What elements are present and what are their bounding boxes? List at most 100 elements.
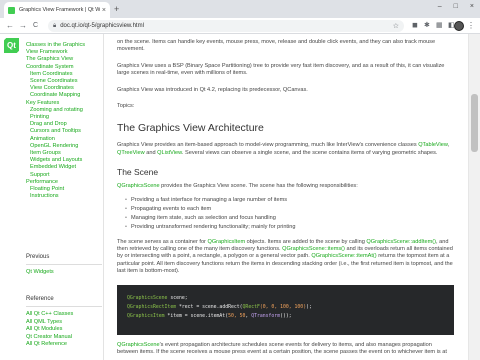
scene-paragraph: QGraphicsScene provides the Graphics Vie…	[117, 183, 454, 190]
extension-icon[interactable]: ◼	[412, 21, 418, 31]
browser-tab[interactable]: Graphics View Framework | Qt Wi... ×	[4, 2, 110, 18]
toc-item[interactable]: View Framework	[26, 49, 102, 56]
code-token: );	[306, 304, 312, 310]
code-token: QGraphicsItem	[127, 313, 165, 319]
divider	[26, 306, 102, 307]
toc-item[interactable]: OpenGL Rendering	[26, 143, 102, 150]
minimize-icon[interactable]: –	[438, 3, 442, 10]
profile-avatar[interactable]	[454, 21, 464, 31]
qgraphicsitem-link[interactable]: QGraphicsItem	[207, 239, 245, 245]
qlistview-link[interactable]: QListView	[157, 150, 182, 156]
address-toolbar: ← → C 🔒︎ doc.qt.io/qt-5/graphicsview.htm…	[0, 18, 480, 34]
qtreeview-link[interactable]: QTreeView	[117, 150, 145, 156]
toc-item[interactable]: Widgets and Layouts	[26, 157, 102, 164]
tab-bar: Graphics View Framework | Qt Wi... × + –…	[0, 0, 480, 18]
url-bar[interactable]: 🔒︎ doc.qt.io/qt-5/graphicsview.html ☆	[48, 20, 404, 32]
code-token: scene;	[167, 295, 188, 301]
reference-link[interactable]: All Qt Reference	[26, 341, 102, 349]
event-paragraph: QGraphicsScene's event propagation archi…	[117, 342, 454, 357]
toc-item[interactable]: Scene Coordinates	[26, 78, 102, 85]
text-run: Graphics View provides an item-based app…	[117, 142, 419, 149]
previous-section: Previous Qt Widgets	[26, 254, 102, 277]
page-scrollbar[interactable]	[468, 34, 480, 360]
forward-icon[interactable]: →	[19, 20, 27, 32]
toc-item[interactable]: The Graphics View	[26, 56, 102, 63]
code-token: (0, 0, 100, 100)	[259, 304, 307, 310]
toc-item[interactable]: Performance	[26, 179, 102, 186]
toc-item[interactable]: Instructions	[26, 193, 102, 200]
doc-sidebar: Qt Classes in the Graphics View Framework…	[0, 34, 104, 360]
list-item: Managing item state, such as selection a…	[125, 214, 454, 223]
toc-item[interactable]: Cursors and Tooltips	[26, 128, 102, 135]
bookmark-star-icon[interactable]: ☆	[393, 22, 399, 30]
itemat-link[interactable]: QGraphicsScene::itemAt()	[311, 253, 376, 259]
qt-favicon-icon	[8, 6, 15, 14]
toc-item[interactable]: Classes in the Graphics	[26, 42, 102, 49]
scrollbar-thumb[interactable]	[471, 94, 478, 152]
back-icon[interactable]: ←	[6, 20, 14, 32]
text-run: . Several views can observe a single sce…	[181, 149, 438, 156]
text-run: ,	[447, 142, 450, 149]
toc-item[interactable]: Item Coordinates	[26, 71, 102, 78]
code-token: ());	[280, 313, 292, 319]
url-text: doc.qt.io/qt-5/graphicsview.html	[60, 23, 144, 29]
tab-close-icon[interactable]: ×	[102, 7, 106, 14]
close-window-icon[interactable]: ×	[470, 3, 474, 10]
code-line: QGraphicsRectItem *rect = scene.addRect(…	[127, 303, 444, 312]
previous-link[interactable]: Qt Widgets	[26, 269, 102, 277]
lock-icon: 🔒︎	[53, 22, 57, 29]
code-token: QRectF	[242, 304, 260, 310]
code-token: QGraphicsScene	[127, 295, 168, 301]
toc-item[interactable]: Support	[26, 172, 102, 179]
tab-title: Graphics View Framework | Qt Wi...	[19, 7, 100, 13]
extension-grid-icon[interactable]: ▦	[436, 21, 443, 31]
list-item: Providing a fast interface for managing …	[125, 196, 454, 205]
code-token: QTransform	[251, 313, 281, 319]
browser-window: Graphics View Framework | Qt Wi... × + –…	[0, 0, 480, 360]
toc-item[interactable]: Key Features	[26, 100, 102, 107]
code-token: *item = scene.itemAt(	[164, 313, 229, 319]
new-tab-button[interactable]: +	[114, 4, 119, 14]
bsp-paragraph: Graphics View uses a BSP (Binary Space P…	[117, 62, 445, 77]
browser-menu-icon[interactable]: ⋮	[467, 21, 475, 31]
text-run: provides the Graphics View scene. The sc…	[159, 183, 358, 190]
code-block: QGraphicsScene scene; QGraphicsRectItem *…	[117, 284, 454, 335]
additem-link[interactable]: QGraphicsScene::addItem()	[366, 239, 436, 245]
qgraphicsscene-link[interactable]: QGraphicsScene	[117, 342, 160, 348]
text-run: The scene serves as a container for	[117, 238, 208, 245]
code-token: QGraphicsRectItem	[127, 304, 177, 310]
code-line: QGraphicsItem *item = scene.itemAt(50, 5…	[127, 312, 444, 321]
toc-item[interactable]: Floating Point	[26, 186, 102, 193]
history-paragraph: Graphics View was introduced in Qt 4.2, …	[117, 86, 308, 93]
maximize-icon[interactable]: □	[454, 3, 458, 10]
toc-item[interactable]: Animation	[26, 136, 102, 143]
qtableview-link[interactable]: QTableView	[418, 142, 447, 148]
list-item: Providing untransformed rendering functi…	[125, 223, 454, 232]
qgraphicsscene-link[interactable]: QGraphicsScene	[117, 183, 160, 189]
reference-link[interactable]: All QML Types	[26, 319, 102, 327]
intro-paragraph: on the scene. Items can handle key event…	[117, 39, 436, 53]
topics-label: Topics:	[117, 103, 135, 110]
toc-item[interactable]: Printing	[26, 114, 102, 121]
qt-logo[interactable]: Qt	[4, 38, 19, 53]
reference-section: Reference All Qt C++ Classes All QML Typ…	[26, 296, 102, 349]
architecture-paragraph: Graphics View provides an item-based app…	[117, 142, 454, 157]
reference-link[interactable]: All Qt Modules	[26, 326, 102, 334]
toc-item[interactable]: Item Groups	[26, 150, 102, 157]
toc-item[interactable]: Coordinate System	[26, 64, 102, 71]
reference-header: Reference	[26, 296, 54, 302]
toc-item[interactable]: Embedded Widget	[26, 164, 102, 171]
scene-heading: The Scene	[117, 167, 159, 178]
table-of-contents: Classes in the Graphics View Framework The…	[26, 42, 102, 200]
reload-icon[interactable]: C	[33, 20, 38, 32]
divider	[26, 264, 102, 265]
toc-item[interactable]: Drag and Drop	[26, 121, 102, 128]
toc-item[interactable]: Zooming and rotating	[26, 107, 102, 114]
toc-item[interactable]: Coordinate Mapping	[26, 92, 102, 99]
toc-item[interactable]: View Coordinates	[26, 85, 102, 92]
reference-link[interactable]: All Qt C++ Classes	[26, 311, 102, 319]
reference-link[interactable]: Qt Creator Manual	[26, 334, 102, 342]
architecture-heading: The Graphics View Architecture	[117, 122, 264, 135]
items-link[interactable]: QGraphicsScene::items()	[282, 246, 345, 252]
extension-puzzle-icon[interactable]: ✱	[424, 21, 430, 31]
